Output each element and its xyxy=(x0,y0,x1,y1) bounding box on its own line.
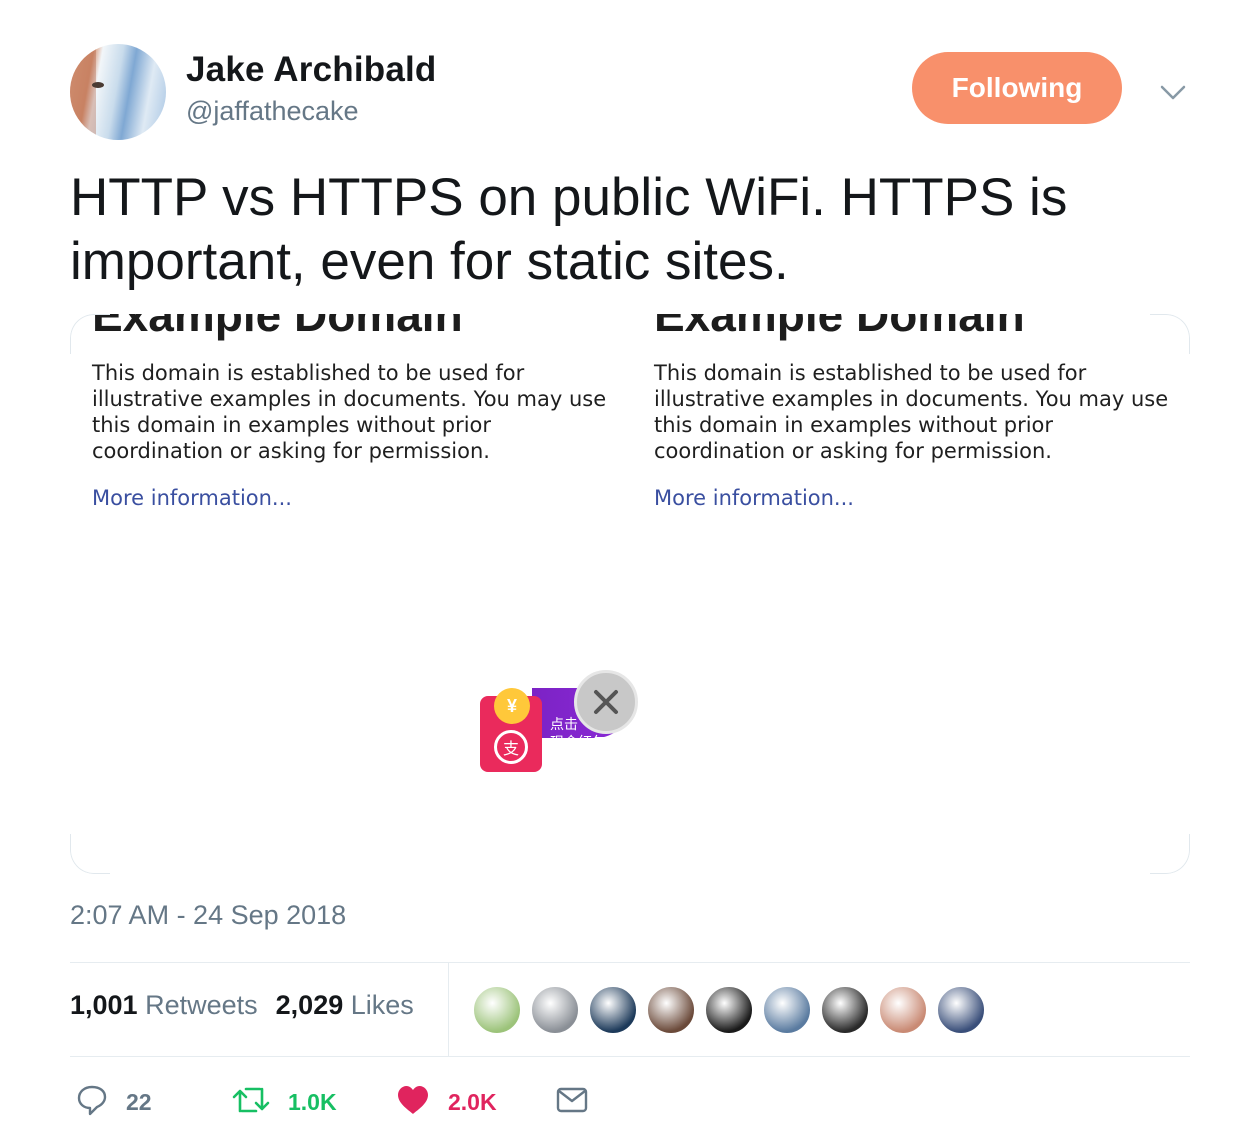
following-button[interactable]: Following xyxy=(912,52,1122,124)
page-heading: Example Domain xyxy=(92,314,463,341)
liker-avatar-cartoon[interactable] xyxy=(472,985,522,1035)
reply-count: 22 xyxy=(126,1088,152,1115)
like-count: 2.0K xyxy=(448,1088,497,1115)
tweet-media[interactable]: Example Domain This domain is establishe… xyxy=(70,314,1190,874)
page-body-text: This domain is established to be used fo… xyxy=(654,361,1169,463)
avatar-eye xyxy=(92,82,104,88)
page-body-text: This domain is established to be used fo… xyxy=(92,361,607,463)
more-information-link[interactable]: More information... xyxy=(92,486,292,510)
liker-avatar-man[interactable] xyxy=(762,985,812,1035)
media-corner-tl xyxy=(70,314,110,354)
direct-message-button[interactable] xyxy=(556,1080,588,1124)
like-button[interactable]: 2.0K xyxy=(396,1080,497,1124)
retweets-label: Retweets xyxy=(145,990,258,1020)
more-information-link[interactable]: More information... xyxy=(654,486,854,510)
liker-avatar-refugees[interactable] xyxy=(704,985,754,1035)
author-handle[interactable]: @jaffathecake xyxy=(186,96,359,127)
retweets-stat[interactable]: 1,001 Retweets xyxy=(70,990,258,1020)
liker-avatar-space[interactable] xyxy=(936,985,986,1035)
liker-avatar-earth[interactable] xyxy=(588,985,638,1035)
media-corner-bl xyxy=(70,834,110,874)
chevron-down-icon[interactable] xyxy=(1158,78,1188,108)
liker-avatar-dark[interactable] xyxy=(820,985,870,1035)
injected-ad[interactable]: 点击 现金红包 ¥ 支 xyxy=(480,670,640,774)
red-packet-icon[interactable]: ¥ 支 xyxy=(480,688,542,772)
likes-count: 2,029 xyxy=(275,990,344,1020)
tweet-text: HTTP vs HTTPS on public WiFi. HTTPS is i… xyxy=(70,168,1068,291)
page-heading: Example Domain xyxy=(654,314,1025,341)
close-icon[interactable] xyxy=(574,670,638,734)
http-screenshot-panel: Example Domain This domain is establishe… xyxy=(92,314,638,874)
alipay-icon: 支 xyxy=(494,730,528,764)
likes-label: Likes xyxy=(350,990,414,1020)
retweet-button[interactable]: 1.0K xyxy=(232,1080,337,1124)
https-screenshot-panel: Example Domain This domain is establishe… xyxy=(654,314,1190,874)
reply-icon xyxy=(76,1084,108,1121)
heart-icon xyxy=(396,1085,430,1120)
stats-divider xyxy=(448,963,449,1056)
tweet-timestamp[interactable]: 2:07 AM - 24 Sep 2018 xyxy=(70,900,346,931)
retweets-count: 1,001 xyxy=(70,990,138,1020)
coin-icon: ¥ xyxy=(494,688,530,724)
author-name[interactable]: Jake Archibald xyxy=(186,50,437,90)
tweet-stats: 1,001 Retweets 2,029 Likes xyxy=(70,990,414,1021)
liker-avatar-husky[interactable] xyxy=(530,985,580,1035)
liker-avatar-sunglasses[interactable] xyxy=(878,985,928,1035)
divider xyxy=(70,962,1190,963)
likes-stat[interactable]: 2,029 Likes xyxy=(276,990,414,1020)
divider xyxy=(70,1056,1190,1057)
envelope-icon xyxy=(556,1086,588,1119)
retweet-icon xyxy=(232,1085,270,1120)
liker-avatar-face[interactable] xyxy=(646,985,696,1035)
reply-button[interactable]: 22 xyxy=(76,1080,152,1124)
retweet-count: 1.0K xyxy=(288,1088,337,1115)
avatar-shade xyxy=(70,44,96,140)
author-avatar[interactable] xyxy=(70,44,166,140)
ad-text-line2: 现金红包 xyxy=(550,735,606,751)
